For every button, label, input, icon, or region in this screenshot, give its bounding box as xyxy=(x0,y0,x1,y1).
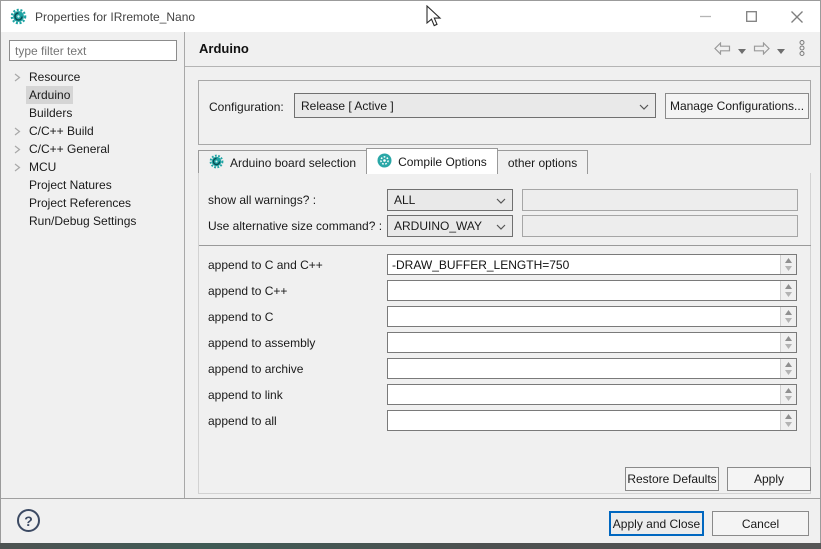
manage-configurations-button[interactable]: Manage Configurations... xyxy=(665,93,809,119)
chevron-down-icon xyxy=(496,219,506,233)
chevron-right-icon[interactable] xyxy=(10,145,24,154)
title-bar[interactable]: Properties for IRremote_Nano xyxy=(1,1,820,32)
sidebar-divider xyxy=(184,32,185,498)
append-cpp-input[interactable] xyxy=(388,281,780,300)
question-mark-icon: ? xyxy=(24,513,33,529)
append-c-cpp-label: append to C and C++ xyxy=(208,258,323,272)
alternative-size-select[interactable]: ARDUINO_WAY xyxy=(387,215,513,237)
restore-defaults-button[interactable]: Restore Defaults xyxy=(625,467,719,491)
tab-arduino-board-selection[interactable]: Arduino board selection xyxy=(198,150,367,174)
tree-item-cpp-build[interactable]: C/C++ Build xyxy=(2,122,184,140)
properties-tree: Resource Arduino Builders C/C++ Build C/… xyxy=(2,68,184,230)
tab-other-options[interactable]: other options xyxy=(497,150,588,174)
footer-bar: ? Apply and Close Cancel xyxy=(1,499,820,543)
append-assembly-input[interactable] xyxy=(388,333,780,352)
window-title: Properties for IRremote_Nano xyxy=(35,10,195,24)
spinner-icon[interactable] xyxy=(780,255,796,274)
alternative-size-label: Use alternative size command? : xyxy=(208,219,382,233)
filter-input[interactable] xyxy=(9,40,177,61)
properties-tree-sidebar: Resource Arduino Builders C/C++ Build C/… xyxy=(2,32,184,498)
apply-button[interactable]: Apply xyxy=(727,467,811,491)
apply-and-close-button[interactable]: Apply and Close xyxy=(609,511,704,536)
page-header: Arduino xyxy=(185,32,820,66)
show-all-warnings-extra-field xyxy=(522,189,798,211)
page-title: Arduino xyxy=(199,41,249,56)
configuration-group: Configuration: Release [ Active ] Manage… xyxy=(198,80,811,145)
header-nav-tools xyxy=(714,40,806,59)
append-c-cpp-input[interactable] xyxy=(388,255,780,274)
append-archive-label: append to archive xyxy=(208,362,303,376)
chevron-right-icon[interactable] xyxy=(10,163,24,172)
chevron-right-icon[interactable] xyxy=(10,127,24,136)
spinner-icon[interactable] xyxy=(780,281,796,300)
spinner-icon[interactable] xyxy=(780,307,796,326)
append-c-cpp-field-wrap xyxy=(387,254,797,275)
tree-item-project-natures[interactable]: Project Natures xyxy=(2,176,184,194)
append-assembly-field-wrap xyxy=(387,332,797,353)
sloeber-gear-icon xyxy=(209,154,224,172)
tree-item-mcu[interactable]: MCU xyxy=(2,158,184,176)
spinner-icon[interactable] xyxy=(780,359,796,378)
append-c-field-wrap xyxy=(387,306,797,327)
back-dropdown-icon[interactable] xyxy=(738,43,746,57)
properties-dialog: Properties for IRremote_Nano Resource Ar… xyxy=(0,0,821,543)
maximize-icon xyxy=(746,11,757,22)
tree-item-arduino[interactable]: Arduino xyxy=(2,86,184,104)
configuration-select[interactable]: Release [ Active ] xyxy=(294,93,656,118)
sloeber-gear-icon xyxy=(10,8,27,25)
show-all-warnings-select[interactable]: ALL xyxy=(387,189,513,211)
background-window-strip xyxy=(0,543,821,549)
close-icon xyxy=(791,11,803,23)
append-link-input[interactable] xyxy=(388,385,780,404)
append-assembly-label: append to assembly xyxy=(208,336,315,350)
append-c-input[interactable] xyxy=(388,307,780,326)
append-link-label: append to link xyxy=(208,388,283,402)
cancel-button[interactable]: Cancel xyxy=(712,511,809,536)
spinner-icon[interactable] xyxy=(780,333,796,352)
maximize-button[interactable] xyxy=(728,1,774,32)
tree-item-resource[interactable]: Resource xyxy=(2,68,184,86)
header-divider xyxy=(185,66,820,67)
forward-arrow-icon[interactable] xyxy=(753,42,770,58)
configuration-label: Configuration: xyxy=(209,100,284,114)
append-link-field-wrap xyxy=(387,384,797,405)
append-cpp-label: append to C++ xyxy=(208,284,287,298)
append-c-label: append to C xyxy=(208,310,273,324)
minimize-icon xyxy=(700,11,711,22)
append-cpp-field-wrap xyxy=(387,280,797,301)
show-all-warnings-label: show all warnings? : xyxy=(208,193,316,207)
minimize-button[interactable] xyxy=(682,1,728,32)
form-separator xyxy=(199,245,811,246)
chevron-right-icon[interactable] xyxy=(10,73,24,82)
forward-dropdown-icon[interactable] xyxy=(777,43,785,57)
view-menu-icon[interactable] xyxy=(798,40,806,59)
spinner-icon[interactable] xyxy=(780,411,796,430)
back-arrow-icon[interactable] xyxy=(714,42,731,58)
tab-bar: Arduino board selection Compile Options … xyxy=(198,148,587,174)
append-archive-field-wrap xyxy=(387,358,797,379)
tree-item-project-references[interactable]: Project References xyxy=(2,194,184,212)
chevron-down-icon xyxy=(496,193,506,207)
chevron-down-icon xyxy=(639,99,649,113)
alternative-size-extra-field xyxy=(522,215,798,237)
help-button[interactable]: ? xyxy=(17,509,40,532)
append-all-field-wrap xyxy=(387,410,797,431)
tree-item-cpp-general[interactable]: C/C++ General xyxy=(2,140,184,158)
append-all-label: append to all xyxy=(208,414,277,428)
gear-circle-icon xyxy=(377,153,392,171)
append-all-input[interactable] xyxy=(388,411,780,430)
close-button[interactable] xyxy=(774,1,820,32)
spinner-icon[interactable] xyxy=(780,385,796,404)
append-archive-input[interactable] xyxy=(388,359,780,378)
tab-compile-options[interactable]: Compile Options xyxy=(366,148,498,174)
compile-options-pane: show all warnings? : ALL Use alternative… xyxy=(198,173,811,494)
tree-item-run-debug-settings[interactable]: Run/Debug Settings xyxy=(2,212,184,230)
tree-item-builders[interactable]: Builders xyxy=(2,104,184,122)
